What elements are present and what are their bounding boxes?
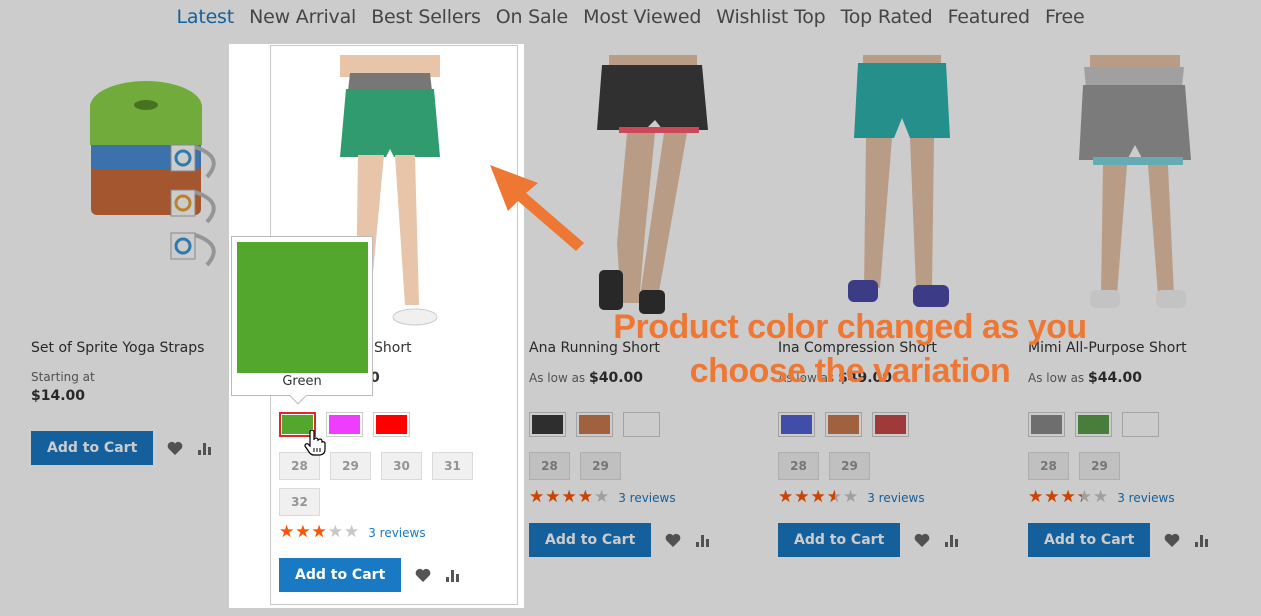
tab-on-sale[interactable]: On Sale: [496, 6, 569, 28]
rating-stars: ★★★★★★★★★★: [1028, 487, 1110, 507]
compare-icon[interactable]: [1194, 533, 1210, 547]
product-actions: Add to Cart: [778, 523, 960, 557]
hand-cursor-icon: [304, 430, 326, 456]
tab-latest[interactable]: Latest: [176, 6, 234, 28]
swatch-blue[interactable]: [778, 412, 815, 437]
size-option[interactable]: 29: [829, 452, 870, 480]
size-option[interactable]: 29: [330, 452, 371, 480]
swatch-fill: [1078, 415, 1109, 434]
compare-icon[interactable]: [944, 533, 960, 547]
swatch-fill: [781, 415, 812, 434]
swatch-fill: [579, 415, 610, 434]
tab-featured[interactable]: Featured: [948, 6, 1030, 28]
tab-top-rated[interactable]: Top Rated: [841, 6, 933, 28]
rating-stars: ★★★★★★★★★★: [529, 487, 611, 507]
product-actions: Add to Cart: [31, 431, 213, 465]
wishlist-heart-icon[interactable]: [665, 533, 681, 547]
swatch-fill: [626, 415, 657, 434]
reviews-link[interactable]: 3 reviews: [1117, 491, 1174, 505]
size-option[interactable]: 28: [279, 452, 320, 480]
annotation-text: Product color changed as you choose the …: [560, 305, 1140, 393]
product-image[interactable]: [778, 55, 1026, 330]
swatch-purple[interactable]: [326, 412, 363, 437]
product-rating: ★★★★★★★★★★ 3 reviews: [1028, 489, 1175, 506]
swatch-fill: [376, 415, 407, 434]
color-swatches: [778, 412, 909, 437]
swatch-tooltip-label: Green: [282, 374, 322, 389]
product-price: Starting at $14.00: [31, 370, 95, 404]
product-rating: ★★★★★★★★★★ 3 reviews: [279, 524, 426, 541]
size-option[interactable]: 31: [432, 452, 473, 480]
tab-most-viewed[interactable]: Most Viewed: [583, 6, 701, 28]
size-options: 28 29: [778, 452, 978, 480]
reviews-link[interactable]: 3 reviews: [368, 526, 425, 540]
wishlist-heart-icon[interactable]: [415, 568, 431, 582]
product-rating: ★★★★★★★★★★ 3 reviews: [778, 489, 925, 506]
size-option[interactable]: 28: [778, 452, 819, 480]
product-image[interactable]: [1028, 55, 1261, 330]
add-to-cart-button[interactable]: Add to Cart: [1028, 523, 1151, 557]
product-name[interactable]: Set of Sprite Yoga Straps: [31, 340, 204, 356]
tab-free[interactable]: Free: [1045, 6, 1085, 28]
size-options: 28 29 30 31 32: [279, 452, 479, 516]
add-to-cart-button[interactable]: Add to Cart: [31, 431, 154, 465]
swatch-red[interactable]: [872, 412, 909, 437]
rating-stars: ★★★★★★★★★★: [778, 487, 860, 507]
rating-stars: ★★★★★★★★★★: [279, 522, 361, 542]
annotation-line-2: choose the variation: [689, 352, 1011, 390]
swatch-fill: [875, 415, 906, 434]
tab-wishlist-top[interactable]: Wishlist Top: [716, 6, 825, 28]
product-rating: ★★★★★★★★★★ 3 reviews: [529, 489, 676, 506]
compare-icon[interactable]: [695, 533, 711, 547]
size-option[interactable]: 30: [381, 452, 422, 480]
color-swatches: [1028, 412, 1159, 437]
product-listing-page: Latest New Arrival Best Sellers On Sale …: [0, 0, 1261, 616]
size-option[interactable]: 29: [580, 452, 621, 480]
color-swatches: [529, 412, 660, 437]
swatch-fill: [532, 415, 563, 434]
compare-icon[interactable]: [197, 441, 213, 455]
add-to-cart-button[interactable]: Add to Cart: [529, 523, 652, 557]
swatch-green[interactable]: [1075, 412, 1112, 437]
add-to-cart-button[interactable]: Add to Cart: [778, 523, 901, 557]
product-name[interactable]: Short: [374, 340, 412, 356]
size-option[interactable]: 28: [529, 452, 570, 480]
swatch-fill: [329, 415, 360, 434]
swatch-white[interactable]: [1122, 412, 1159, 437]
swatch-tooltip: Green: [231, 236, 373, 405]
price-label: Starting at: [31, 370, 95, 384]
swatch-fill: [1125, 415, 1156, 434]
swatch-orange[interactable]: [825, 412, 862, 437]
size-option[interactable]: 32: [279, 488, 320, 516]
tab-best-sellers[interactable]: Best Sellers: [371, 6, 481, 28]
product-actions: Add to Cart: [529, 523, 711, 557]
size-options: 28 29: [1028, 452, 1228, 480]
swatch-black[interactable]: [529, 412, 566, 437]
size-option[interactable]: 28: [1028, 452, 1069, 480]
product-actions: Add to Cart: [279, 558, 461, 592]
swatch-gray[interactable]: [1028, 412, 1065, 437]
swatch-orange[interactable]: [576, 412, 613, 437]
swatch-white[interactable]: [623, 412, 660, 437]
size-option[interactable]: 29: [1079, 452, 1120, 480]
compare-icon[interactable]: [445, 568, 461, 582]
swatch-preview: [237, 242, 368, 373]
tab-new-arrival[interactable]: New Arrival: [249, 6, 356, 28]
product-tabs: Latest New Arrival Best Sellers On Sale …: [0, 6, 1261, 28]
reviews-link[interactable]: 3 reviews: [618, 491, 675, 505]
annotation-line-1: Product color changed as you: [613, 308, 1087, 346]
swatch-fill: [828, 415, 859, 434]
color-swatches: [279, 412, 410, 437]
size-options: 28 29: [529, 452, 729, 480]
wishlist-heart-icon[interactable]: [1164, 533, 1180, 547]
product-actions: Add to Cart: [1028, 523, 1210, 557]
annotation-arrow-icon: [490, 165, 584, 251]
reviews-link[interactable]: 3 reviews: [867, 491, 924, 505]
swatch-red[interactable]: [373, 412, 410, 437]
price-amount: $14.00: [31, 388, 86, 404]
wishlist-heart-icon[interactable]: [914, 533, 930, 547]
swatch-fill: [1031, 415, 1062, 434]
wishlist-heart-icon[interactable]: [167, 441, 183, 455]
add-to-cart-button[interactable]: Add to Cart: [279, 558, 402, 592]
